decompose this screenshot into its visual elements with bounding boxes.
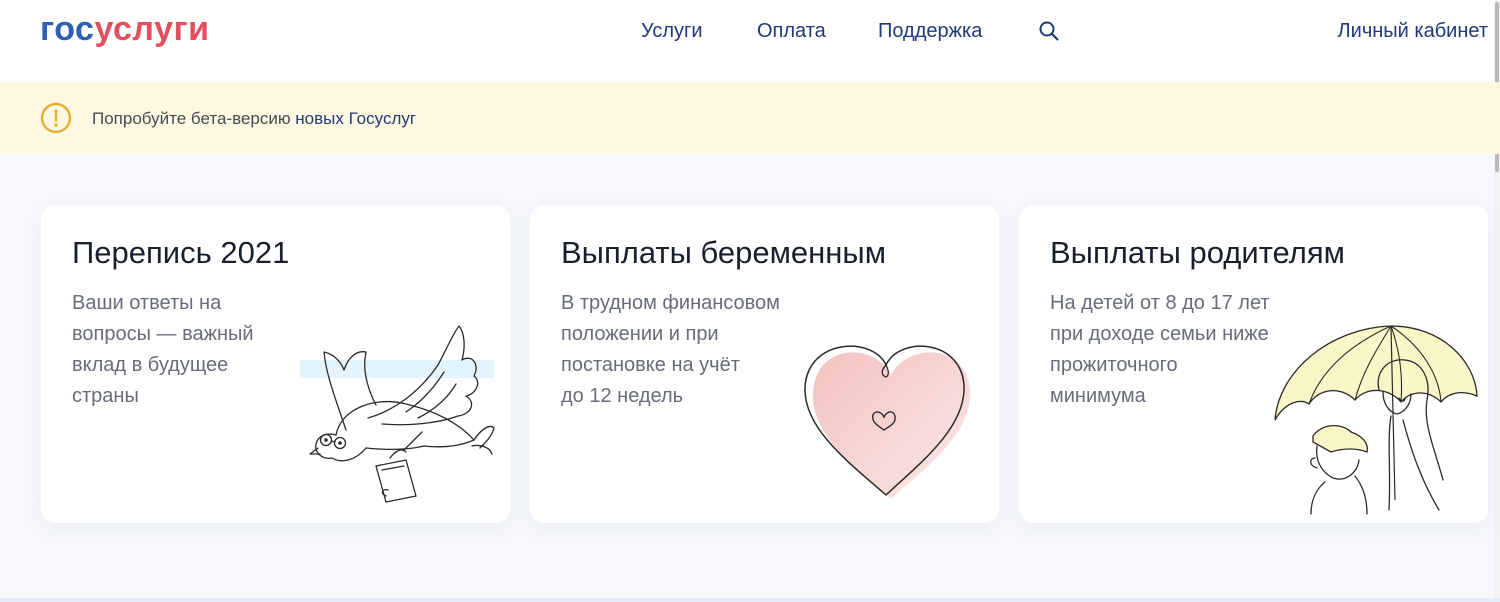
banner-text: Попробуйте бета-версию новых Госуслуг [92, 109, 416, 129]
card-text-line: Ваши ответы на [72, 292, 222, 314]
site-header: госуслуги Услуги Оплата Поддержка Личный… [0, 0, 1500, 82]
card-text-line: минимума [1050, 385, 1146, 407]
card-text-line: страны [72, 385, 139, 407]
beta-banner: Попробуйте бета-версию новых Госуслуг [0, 82, 1500, 154]
card-text-line: положении и при [561, 323, 719, 345]
card-title: Выплаты беременным [561, 235, 887, 270]
logo-part-gos: гос [40, 10, 95, 48]
nav-services[interactable]: Услуги [641, 20, 703, 43]
card-text-line: прожиточного [1050, 354, 1178, 376]
nav-support[interactable]: Поддержка [878, 20, 982, 43]
card-description: На детей от 8 до 17 лет при доходе семьи… [1050, 288, 1270, 412]
card-text-line: На детей от 8 до 17 лет [1050, 292, 1270, 314]
card-text-line: вопросы — важный [72, 323, 254, 345]
umbrella-family-illustration [1274, 325, 1478, 515]
card-title: Перепись 2021 [72, 235, 290, 270]
logo-part-uslugi: услуги [94, 10, 210, 48]
card-text-line: вклад в будущее [72, 354, 229, 376]
gosuslugi-logo[interactable]: госуслуги [40, 10, 210, 49]
card-pregnancy-payments[interactable]: Выплаты беременным В трудном финансовом … [530, 205, 999, 523]
card-text-line: В трудном финансовом [561, 292, 780, 314]
card-description: Ваши ответы на вопросы — важный вклад в … [72, 288, 254, 412]
section-divider [0, 598, 1500, 602]
card-title: Выплаты родителям [1050, 235, 1345, 270]
card-parent-payments[interactable]: Выплаты родителям На детей от 8 до 17 ле… [1019, 205, 1488, 523]
banner-message: Попробуйте бета-версию [92, 109, 296, 128]
card-text-line: при доходе семьи ниже [1050, 323, 1269, 345]
card-census[interactable]: Перепись 2021 Ваши ответы на вопросы — в… [41, 205, 510, 523]
nav-payment[interactable]: Оплата [757, 20, 826, 43]
card-description: В трудном финансовом положении и при пос… [561, 288, 780, 412]
search-icon[interactable] [1038, 20, 1060, 42]
beta-link[interactable]: новых Госуслуг [295, 109, 416, 128]
card-text-line: до 12 недель [561, 385, 684, 407]
personal-cabinet-link[interactable]: Личный кабинет [1338, 20, 1488, 43]
pigeon-illustration [300, 325, 495, 503]
heart-illustration [804, 345, 971, 499]
card-text-line: постановке на учёт [561, 354, 740, 376]
exclamation-icon [40, 102, 72, 134]
